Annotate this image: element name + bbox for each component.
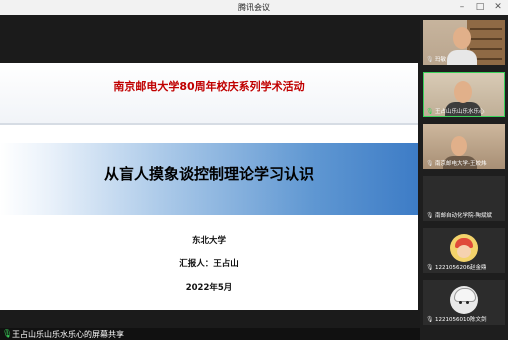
screen-share-label: 王占山乐山乐水乐心的屏幕共享 xyxy=(12,330,124,339)
institution-label: 东北大学 xyxy=(191,236,226,246)
participant-name: 1221056010陈文剑 xyxy=(435,317,487,323)
participant-name: 1221056206赵金鼎 xyxy=(435,265,487,271)
minimize-icon[interactable]: – xyxy=(456,1,468,13)
event-title: 南京邮电大学80周年校庆系列学术活动 xyxy=(113,80,305,93)
presenter-label: 汇报人：王占山 xyxy=(179,259,239,269)
participant-tile[interactable]: 🎙 1221056206赵金鼎 xyxy=(423,228,505,273)
participant-tile[interactable]: 🎙 玛敏 xyxy=(423,20,505,65)
close-icon[interactable]: ✕ xyxy=(492,1,504,13)
person-head xyxy=(451,136,467,156)
participant-sidebar[interactable]: 🎙 玛敏 🎙 王占山乐山乐水乐心 🎙 南京邮电大学-王姣炜 🎙 南邮自动化学院-… xyxy=(420,15,508,340)
participant-tile[interactable]: 🎙 1221056010陈文剑 xyxy=(423,280,505,325)
participant-name: 玛敏 xyxy=(435,57,447,63)
microphone-icon: 🎙 xyxy=(2,329,13,338)
person-head xyxy=(453,27,471,49)
participant-name: 南京邮电大学-王姣炜 xyxy=(435,161,487,167)
microphone-muted-icon: 🎙 xyxy=(426,160,434,167)
participant-tile[interactable]: 🎙 南邮自动化学院-陶斌斌 xyxy=(423,176,505,221)
maximize-icon[interactable]: □ xyxy=(474,1,486,13)
microphone-muted-icon: 🎙 xyxy=(426,264,434,271)
presentation-slide: 南京邮电大学80周年校庆系列学术活动 从盲人摸象谈控制理论学习认识 东北大学 汇… xyxy=(0,63,418,310)
screen-share-status-bar: 🎙 王占山乐山乐水乐心的屏幕共享 xyxy=(0,328,420,340)
meeting-window: 腾讯会议 – □ ✕ 南京邮电大学80周年校庆系列学术活动 从盲人摸象谈控制理论… xyxy=(0,0,508,340)
microphone-muted-icon: 🎙 xyxy=(426,316,434,323)
date-label: 2022年5月 xyxy=(185,283,233,293)
active-speaker-highlight xyxy=(423,72,505,117)
microphone-muted-icon: 🎙 xyxy=(426,56,434,63)
shared-screen-area: 南京邮电大学80周年校庆系列学术活动 从盲人摸象谈控制理论学习认识 东北大学 汇… xyxy=(0,15,420,328)
person-body xyxy=(447,50,477,65)
cartoon-avatar xyxy=(450,234,478,262)
slide-divider xyxy=(0,123,418,125)
window-title: 腾讯会议 xyxy=(238,3,270,12)
slide-main-title: 从盲人摸象谈控制理论学习认识 xyxy=(103,165,314,183)
title-bar: 腾讯会议 – □ ✕ xyxy=(0,0,508,15)
microphone-muted-icon: 🎙 xyxy=(426,212,434,219)
slide-header: 南京邮电大学80周年校庆系列学术活动 xyxy=(0,63,418,123)
anime-avatar xyxy=(450,286,478,314)
participant-name: 南邮自动化学院-陶斌斌 xyxy=(435,213,492,219)
participant-tile[interactable]: 🎙 南京邮电大学-王姣炜 xyxy=(423,124,505,169)
title-banner: 从盲人摸象谈控制理论学习认识 xyxy=(0,143,418,215)
